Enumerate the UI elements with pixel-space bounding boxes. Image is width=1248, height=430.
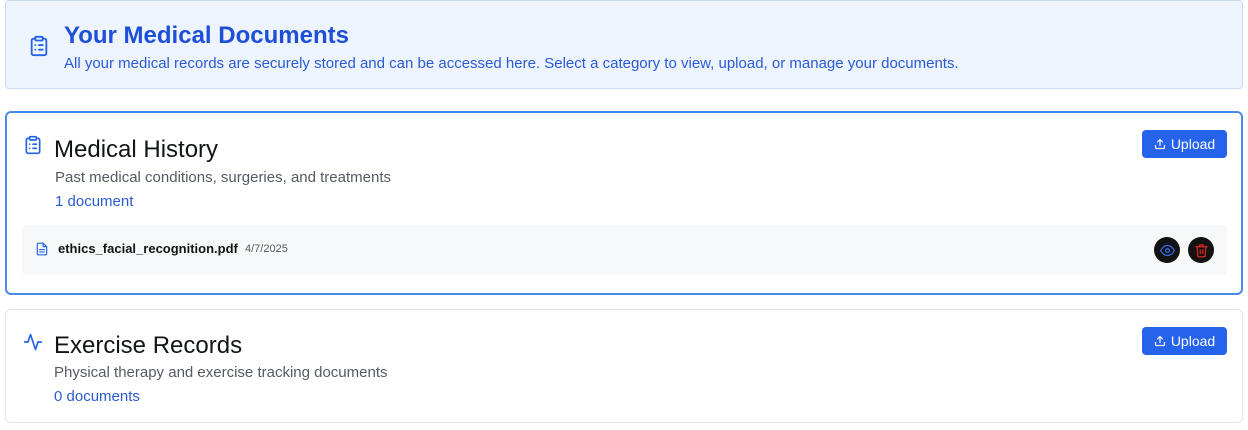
- documents-banner: Your Medical Documents All your medical …: [5, 0, 1243, 89]
- upload-icon: [1154, 335, 1165, 347]
- upload-icon: [1154, 138, 1165, 150]
- upload-button[interactable]: Upload: [1142, 327, 1227, 355]
- document-count: 1 document: [55, 193, 134, 210]
- category-description: Physical therapy and exercise tracking d…: [54, 364, 388, 381]
- trash-icon: [1194, 243, 1208, 257]
- file-text-icon: [36, 242, 48, 256]
- page-subtitle: All your medical records are securely st…: [64, 55, 959, 72]
- document-date: 4/7/2025: [245, 243, 288, 255]
- activity-icon: [23, 333, 43, 351]
- category-card-exercise-records[interactable]: Exercise Records Physical therapy and ex…: [5, 309, 1243, 423]
- category-title: Medical History: [54, 136, 219, 163]
- document-count: 0 documents: [54, 388, 140, 405]
- delete-document-button[interactable]: [1188, 237, 1214, 263]
- upload-button-label: Upload: [1170, 333, 1216, 349]
- document-row: ethics_facial_recognition.pdf 4/7/2025: [22, 225, 1227, 275]
- category-title: Exercise Records: [54, 332, 243, 359]
- category-card-medical-history[interactable]: Medical History Past medical conditions,…: [5, 111, 1243, 295]
- page-title: Your Medical Documents: [64, 22, 349, 49]
- upload-button[interactable]: Upload: [1142, 130, 1227, 158]
- upload-button-label: Upload: [1170, 136, 1216, 152]
- eye-icon: [1159, 244, 1175, 256]
- clipboard-list-icon: [25, 135, 41, 155]
- document-name[interactable]: ethics_facial_recognition.pdf: [58, 241, 238, 256]
- view-document-button[interactable]: [1154, 237, 1180, 263]
- clipboard-list-icon: [30, 35, 48, 57]
- category-description: Past medical conditions, surgeries, and …: [55, 169, 391, 186]
